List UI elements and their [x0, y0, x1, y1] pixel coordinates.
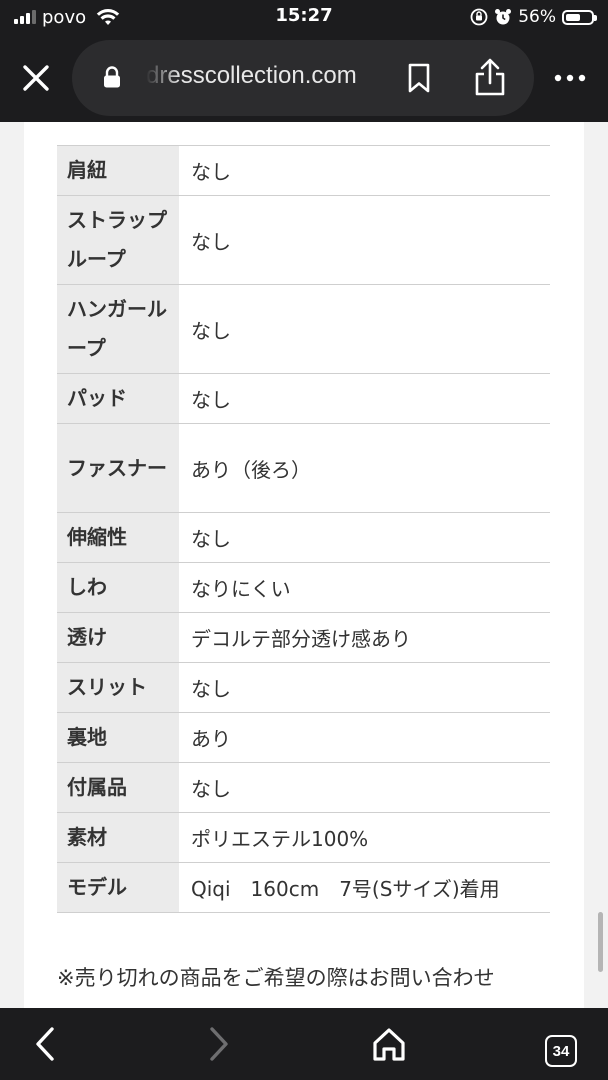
- bookmark-icon[interactable]: [406, 62, 432, 94]
- spec-value: なし: [191, 677, 231, 701]
- status-right: 56%: [470, 6, 597, 28]
- spec-key: 裏地: [57, 713, 179, 762]
- spec-key: 肩紐: [57, 146, 179, 195]
- lock-icon: [104, 66, 120, 88]
- tabs-icon[interactable]: 34: [545, 1035, 577, 1067]
- alarm-icon: [495, 9, 512, 25]
- table-row: 素材 ポリエステル100%: [57, 813, 550, 863]
- table-row: 付属品 なし: [57, 763, 550, 813]
- table-row: ストラップループ なし: [57, 196, 550, 285]
- url-text[interactable]: dresscollection.com: [146, 62, 374, 94]
- spec-value: あり（後ろ）: [191, 457, 311, 482]
- spec-table: 肩紐 なし ストラップループ なし ハンガーループ なし パッド なし ファスナ…: [57, 145, 550, 913]
- spec-value: なし: [191, 777, 231, 801]
- page-margin-right: [584, 122, 608, 1008]
- page-margin-left: [0, 122, 24, 1008]
- spec-key: スリット: [57, 663, 179, 712]
- spec-value: なし: [191, 229, 231, 254]
- page-content[interactable]: 肩紐 なし ストラップループ なし ハンガーループ なし パッド なし ファスナ…: [0, 122, 608, 1008]
- share-icon[interactable]: [472, 56, 508, 98]
- spec-key: ハンガーループ: [57, 285, 179, 373]
- more-icon[interactable]: [552, 68, 588, 88]
- table-row: スリット なし: [57, 663, 550, 713]
- table-row: パッド なし: [57, 374, 550, 424]
- table-row: モデル Qiqi 160cm 7号(Sサイズ)着用: [57, 863, 550, 913]
- spec-key: ストラップループ: [57, 196, 179, 284]
- orientation-lock-icon: [470, 8, 488, 26]
- spec-value: なし: [191, 388, 231, 412]
- battery-icon: [562, 9, 597, 25]
- table-row: 肩紐 なし: [57, 146, 550, 196]
- table-row: 伸縮性 なし: [57, 513, 550, 563]
- spec-key: 伸縮性: [57, 513, 179, 562]
- spec-value: デコルテ部分透け感あり: [191, 627, 411, 651]
- url-fade: [146, 60, 180, 96]
- home-icon[interactable]: [369, 1024, 409, 1064]
- spec-value: あり: [191, 727, 231, 751]
- browser-toolbar: dresscollection.com: [0, 34, 608, 122]
- back-icon[interactable]: [26, 1024, 66, 1064]
- status-bar: povo 15:27 56%: [0, 0, 608, 34]
- tab-count-label: 34: [552, 1042, 570, 1060]
- table-row: ファスナー あり（後ろ）: [57, 424, 550, 513]
- table-row: しわ なりにくい: [57, 563, 550, 613]
- battery-percent: 56%: [518, 7, 556, 27]
- spec-value: なりにくい: [191, 577, 291, 601]
- spec-key: 透け: [57, 613, 179, 662]
- spec-value: なし: [191, 318, 231, 343]
- spec-key: 素材: [57, 813, 179, 862]
- spec-value: なし: [191, 527, 231, 551]
- scrollbar[interactable]: [598, 912, 603, 972]
- address-bar[interactable]: dresscollection.com: [72, 40, 534, 116]
- spec-value: ポリエステル100%: [191, 827, 369, 851]
- spec-value: なし: [191, 160, 231, 184]
- bottom-nav: 34: [0, 1008, 608, 1080]
- spec-key: パッド: [57, 374, 179, 423]
- spec-key: モデル: [57, 863, 179, 912]
- close-icon[interactable]: [16, 58, 56, 98]
- spec-value: Qiqi 160cm 7号(Sサイズ)着用: [191, 877, 500, 901]
- table-row: ハンガーループ なし: [57, 285, 550, 374]
- forward-icon[interactable]: [198, 1024, 238, 1064]
- spec-key: 付属品: [57, 763, 179, 812]
- spec-key: ファスナー: [57, 424, 179, 512]
- table-row: 裏地 あり: [57, 713, 550, 763]
- sold-out-note: ※売り切れの商品をご希望の際はお問い合わせ: [57, 966, 495, 990]
- spec-key: しわ: [57, 563, 179, 612]
- table-row: 透け デコルテ部分透け感あり: [57, 613, 550, 663]
